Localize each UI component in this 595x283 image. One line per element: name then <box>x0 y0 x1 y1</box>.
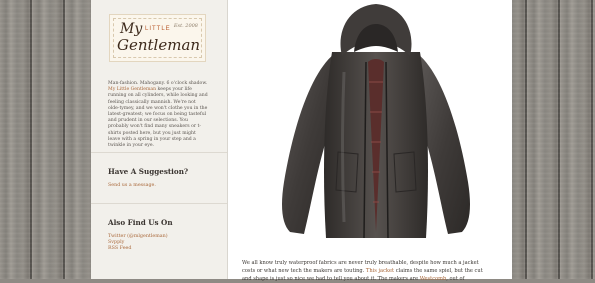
article-text-span: and shape is just so nice we had to tell… <box>242 276 420 282</box>
find-us-heading: Also Find Us On <box>108 218 173 227</box>
intro-before: Man-fashion. Mahogany. 6 o'clock shadow. <box>108 81 208 86</box>
intro-link[interactable]: My Little Gentleman <box>108 87 156 92</box>
rss-feed-link[interactable]: RSS Feed <box>108 246 168 252</box>
article-text-span: , out of <box>446 276 465 282</box>
intro-text: Man-fashion. Mahogany. 6 o'clock shadow.… <box>108 81 208 149</box>
article-line: We all know truly waterproof fabrics are… <box>242 260 479 266</box>
this-jacket-link[interactable]: This jacket <box>366 268 394 274</box>
westcomb-link[interactable]: Westcomb <box>420 276 447 282</box>
logo-gentleman: Gentleman <box>117 36 201 54</box>
main-content: We all know truly waterproof fabrics are… <box>228 0 512 282</box>
divider <box>91 152 227 153</box>
intro-after: keeps your life running on all cylinders… <box>108 87 208 149</box>
send-message-link[interactable]: Send us a message. <box>108 183 156 188</box>
suggestion-heading: Have A Suggestion? <box>108 167 189 176</box>
social-links: Twitter (@mlgentleman) Svpply RSS Feed <box>108 234 168 253</box>
article-text-span: costs or what new tech the makers are to… <box>242 268 366 274</box>
article-text: We all know truly waterproof fabrics are… <box>242 259 504 283</box>
sidebar: My LITTLE Est. 2008 Gentleman Man-fashio… <box>91 0 228 279</box>
article-line: and shape is just so nice we had to tell… <box>242 275 504 283</box>
site-logo[interactable]: My LITTLE Est. 2008 Gentleman <box>109 14 206 62</box>
article-line: costs or what new tech the makers are to… <box>242 267 504 275</box>
article-text-span: claims the same spiel, but the cut <box>394 268 483 274</box>
logo-my: My <box>120 21 143 37</box>
jacket-photo <box>282 4 470 239</box>
logo-little: LITTLE <box>145 26 171 32</box>
logo-est: Est. 2008 <box>173 23 198 29</box>
divider <box>91 203 227 204</box>
